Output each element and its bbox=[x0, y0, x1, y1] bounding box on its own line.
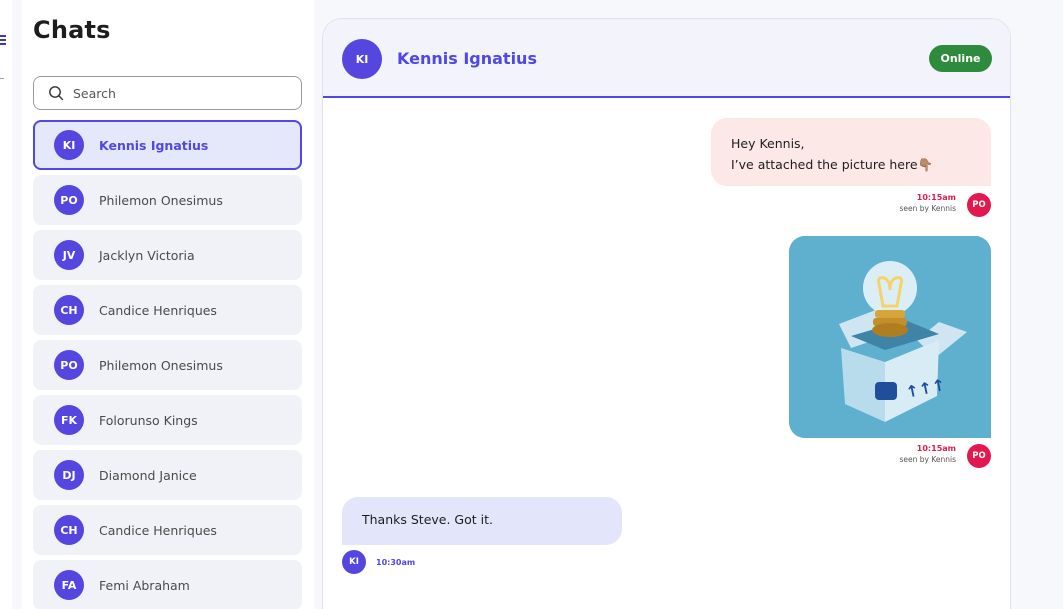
contact-item[interactable]: FA Femi Abraham bbox=[33, 560, 302, 609]
contact-item[interactable]: PO Philemon Onesimus bbox=[33, 340, 302, 390]
contact-item[interactable]: KI Kennis Ignatius bbox=[33, 120, 302, 170]
avatar: PO bbox=[54, 185, 84, 215]
contact-item[interactable]: CH Candice Henriques bbox=[33, 285, 302, 335]
rail-divider bbox=[0, 78, 4, 79]
chats-sidebar: Chats KI Kennis Ignatius PO Philemon One… bbox=[22, 0, 314, 609]
contact-name: Candice Henriques bbox=[99, 522, 217, 538]
avatar: JV bbox=[54, 240, 84, 270]
contact-item[interactable]: PO Philemon Onesimus bbox=[33, 175, 302, 225]
contact-item[interactable]: DJ Diamond Janice bbox=[33, 450, 302, 500]
image-attachment[interactable]: ↑↑↑ bbox=[789, 236, 991, 438]
message-time: 10:15am bbox=[916, 193, 956, 202]
avatar: FK bbox=[54, 405, 84, 435]
menu-icon[interactable] bbox=[0, 35, 6, 45]
chat-header: KI Kennis Ignatius Online bbox=[323, 19, 1010, 98]
message-bubble-incoming[interactable]: Thanks Steve. Got it. bbox=[342, 497, 622, 545]
avatar: PO bbox=[967, 444, 991, 468]
contact-name: Femi Abraham bbox=[99, 577, 190, 593]
contact-item[interactable]: JV Jacklyn Victoria bbox=[33, 230, 302, 280]
contact-list: KI Kennis Ignatius PO Philemon Onesimus … bbox=[33, 120, 302, 609]
contact-name: Candice Henriques bbox=[99, 302, 217, 318]
avatar: PO bbox=[967, 193, 991, 217]
contact-item[interactable]: CH Candice Henriques bbox=[33, 505, 302, 555]
status-badge: Online bbox=[929, 45, 992, 72]
search-icon bbox=[49, 86, 64, 101]
message-time: 10:30am bbox=[376, 558, 416, 567]
left-rail bbox=[0, 0, 12, 609]
message-time: 10:15am bbox=[916, 444, 956, 453]
contact-name: Kennis Ignatius bbox=[99, 137, 209, 153]
seen-status: seen by Kennis bbox=[899, 204, 956, 213]
message-text: Thanks Steve. Got it. bbox=[362, 512, 493, 527]
lightbulb-box-image: ↑↑↑ bbox=[789, 236, 991, 438]
contact-name: Philemon Onesimus bbox=[99, 357, 223, 373]
avatar: KI bbox=[342, 550, 366, 574]
chats-title: Chats bbox=[33, 16, 111, 44]
avatar: FA bbox=[54, 570, 84, 600]
contact-name: Diamond Janice bbox=[99, 467, 197, 483]
message-meta: 10:15am seen by Kennis bbox=[836, 193, 956, 213]
search-box[interactable] bbox=[33, 76, 302, 110]
contact-name: Jacklyn Victoria bbox=[99, 247, 195, 263]
contact-item[interactable]: FK Folorunso Kings bbox=[33, 395, 302, 445]
message-line: I’ve attached the picture here👇🏽 bbox=[731, 157, 934, 172]
avatar: PO bbox=[54, 350, 84, 380]
avatar: CH bbox=[54, 515, 84, 545]
avatar[interactable]: KI bbox=[342, 39, 382, 79]
avatar: DJ bbox=[54, 460, 84, 490]
chat-contact-name[interactable]: Kennis Ignatius bbox=[397, 49, 537, 68]
chat-panel: KI Kennis Ignatius Online Hey Kennis, I’… bbox=[322, 18, 1011, 609]
avatar: KI bbox=[54, 130, 84, 160]
search-input[interactable] bbox=[73, 85, 273, 101]
seen-status: seen by Kennis bbox=[899, 455, 956, 464]
avatar: CH bbox=[54, 295, 84, 325]
contact-name: Folorunso Kings bbox=[99, 412, 198, 428]
message-meta: 10:15am seen by Kennis bbox=[836, 444, 956, 464]
message-line: Hey Kennis, bbox=[731, 136, 805, 151]
message-bubble-outgoing[interactable]: Hey Kennis, I’ve attached the picture he… bbox=[711, 118, 991, 186]
contact-name: Philemon Onesimus bbox=[99, 192, 223, 208]
